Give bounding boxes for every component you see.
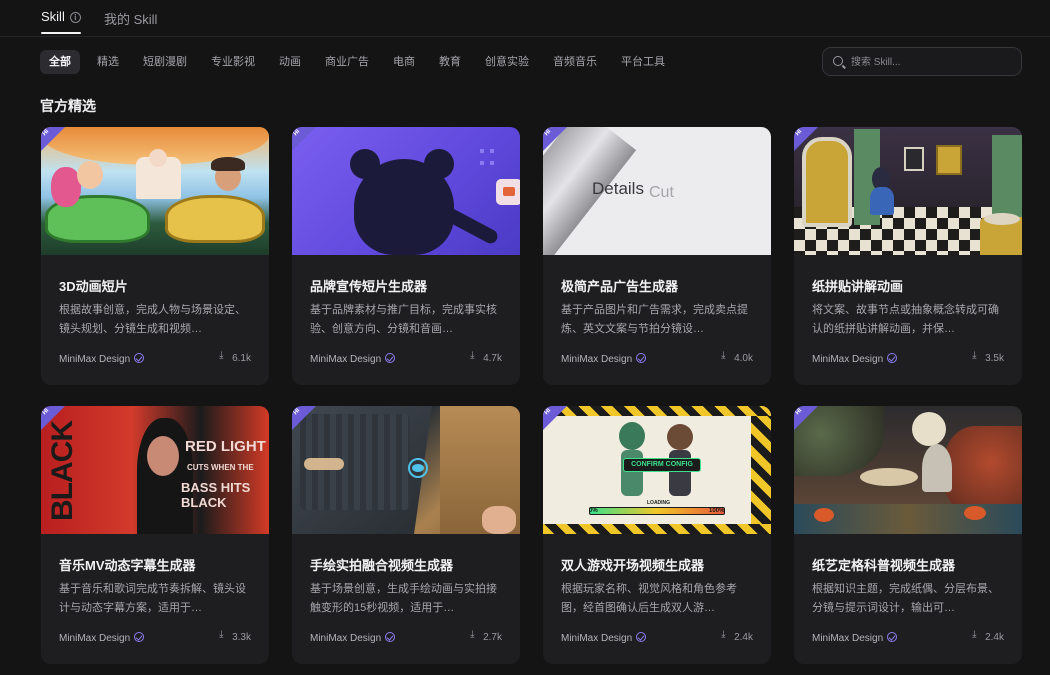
search-box <box>822 47 1022 76</box>
card-author: MiniMax Design <box>561 353 647 365</box>
category-all[interactable]: 全部 <box>40 50 80 74</box>
card-description: 根据玩家名称、视觉风格和角色参考图，经首图确认后生成双人游… <box>561 583 737 614</box>
skill-card-duo-game-intro[interactable]: CONFIRM CONFIG LOADING 0% 100% HI 双人游戏开场… <box>543 406 771 664</box>
skill-card-3d-animation[interactable]: HI 3D动画短片 根据故事创意，完成人物与场景设定、镜头规划、分镜生成和视频…… <box>41 127 269 385</box>
download-icon <box>721 629 730 641</box>
download-icon <box>721 350 730 362</box>
card-author: MiniMax Design <box>310 353 396 365</box>
card-thumbnail: HI <box>794 406 1022 534</box>
tab-my-skill[interactable]: 我的 Skill <box>104 9 157 28</box>
card-description: 根据故事创意，完成人物与场景设定、镜头规划、分镜生成和视频… <box>59 304 246 335</box>
card-author: MiniMax Design <box>310 632 396 644</box>
verified-icon <box>636 632 647 642</box>
download-icon <box>972 350 981 362</box>
section-title: 官方精选 <box>40 98 96 114</box>
card-thumbnail: HI <box>292 406 520 534</box>
download-icon <box>219 350 228 362</box>
card-author: MiniMax Design <box>812 632 898 644</box>
card-title: 极简产品广告生成器 <box>561 279 679 294</box>
card-downloads: 3.5k <box>972 350 1004 364</box>
card-author: MiniMax Design <box>59 353 145 365</box>
card-description: 根据知识主题，完成纸偶、分层布景、分镜与提示词设计，输出可… <box>812 583 999 614</box>
verified-icon <box>134 353 145 363</box>
verified-icon <box>636 353 647 363</box>
card-downloads: 2.4k <box>721 629 753 643</box>
verified-icon <box>385 632 396 642</box>
category-commercial[interactable]: 商业广告 <box>325 50 369 74</box>
card-title: 音乐MV动态字幕生成器 <box>59 558 196 573</box>
category-film[interactable]: 专业影视 <box>211 50 255 74</box>
verified-icon <box>385 353 396 363</box>
card-description: 基于产品图片和广告需求，完成卖点提炼、英文文案与节拍分镜设… <box>561 304 748 335</box>
card-author: MiniMax Design <box>561 632 647 644</box>
card-description: 将文案、故事节点或抽象概念转成可确认的纸拼贴讲解动画，并保… <box>812 304 999 335</box>
card-description: 基于音乐和歌词完成节奏拆解、镜头设计与动态字幕方案，适用于… <box>59 583 246 614</box>
category-short-drama[interactable]: 短剧漫剧 <box>143 50 187 74</box>
card-downloads: 4.7k <box>470 350 502 364</box>
info-icon[interactable]: i <box>69 12 81 23</box>
skill-card-brand-promo[interactable]: HI 品牌宣传短片生成器 基于品牌素材与推广目标，完成事实核验、创意方向、分镜和… <box>292 127 520 385</box>
category-ecommerce[interactable]: 电商 <box>393 50 415 74</box>
card-description: 基于品牌素材与推广目标，完成事实核验、创意方向、分镜和音画… <box>310 304 497 335</box>
card-title: 3D动画短片 <box>59 279 128 294</box>
download-icon <box>219 629 228 641</box>
tab-skill-label: Skill <box>41 9 65 24</box>
card-author: MiniMax Design <box>812 353 898 365</box>
card-thumbnail: HI <box>794 127 1022 255</box>
category-animation[interactable]: 动画 <box>279 50 301 74</box>
card-downloads: 3.3k <box>219 629 251 643</box>
card-thumbnail: HI <box>41 127 269 255</box>
card-title: 手绘实拍融合视频生成器 <box>310 558 454 573</box>
top-tab-bar: Skill i 我的 Skill <box>0 0 1050 37</box>
card-thumbnail: Details Cut HI <box>543 127 771 255</box>
card-thumbnail: HI <box>292 127 520 255</box>
card-title: 纸拼贴讲解动画 <box>812 279 904 294</box>
download-icon <box>470 629 479 641</box>
tab-skill[interactable]: Skill i <box>41 9 81 34</box>
verified-icon <box>887 353 898 363</box>
card-thumbnail: CONFIRM CONFIG LOADING 0% 100% HI <box>543 406 771 534</box>
download-icon <box>470 350 479 362</box>
card-thumbnail: BLACK RED LIGHT CUTS WHEN THE BASS HITS … <box>41 406 269 534</box>
category-creative[interactable]: 创意实验 <box>485 50 529 74</box>
skill-card-music-mv[interactable]: BLACK RED LIGHT CUTS WHEN THE BASS HITS … <box>41 406 269 664</box>
card-author: MiniMax Design <box>59 632 145 644</box>
category-education[interactable]: 教育 <box>439 50 461 74</box>
card-description: 基于场景创意，生成手绘动画与实拍接触变形的15秒视频，适用于… <box>310 583 497 614</box>
category-audio-music[interactable]: 音频音乐 <box>553 50 597 74</box>
verified-icon <box>887 632 898 642</box>
skill-card-minimal-product-ad[interactable]: Details Cut HI 极简产品广告生成器 基于产品图片和广告需求，完成卖… <box>543 127 771 385</box>
search-icon <box>833 56 843 66</box>
verified-icon <box>134 632 145 642</box>
card-title: 双人游戏开场视频生成器 <box>561 558 705 573</box>
search-input[interactable] <box>851 52 1011 72</box>
card-title: 纸艺定格科普视频生成器 <box>812 558 956 573</box>
skill-card-paper-science[interactable]: HI 纸艺定格科普视频生成器 根据知识主题，完成纸偶、分层布景、分镜与提示词设计… <box>794 406 1022 664</box>
skill-card-paper-collage[interactable]: HI 纸拼贴讲解动画 将文案、故事节点或抽象概念转成可确认的纸拼贴讲解动画，并保… <box>794 127 1022 385</box>
download-icon <box>972 629 981 641</box>
category-featured[interactable]: 精选 <box>97 50 119 74</box>
category-platform-tools[interactable]: 平台工具 <box>621 50 665 74</box>
card-downloads: 6.1k <box>219 350 251 364</box>
skill-card-handdrawn-live[interactable]: HI 手绘实拍融合视频生成器 基于场景创意，生成手绘动画与实拍接触变形的15秒视… <box>292 406 520 664</box>
card-downloads: 4.0k <box>721 350 753 364</box>
card-downloads: 2.7k <box>470 629 502 643</box>
card-downloads: 2.4k <box>972 629 1004 643</box>
card-title: 品牌宣传短片生成器 <box>310 279 428 294</box>
